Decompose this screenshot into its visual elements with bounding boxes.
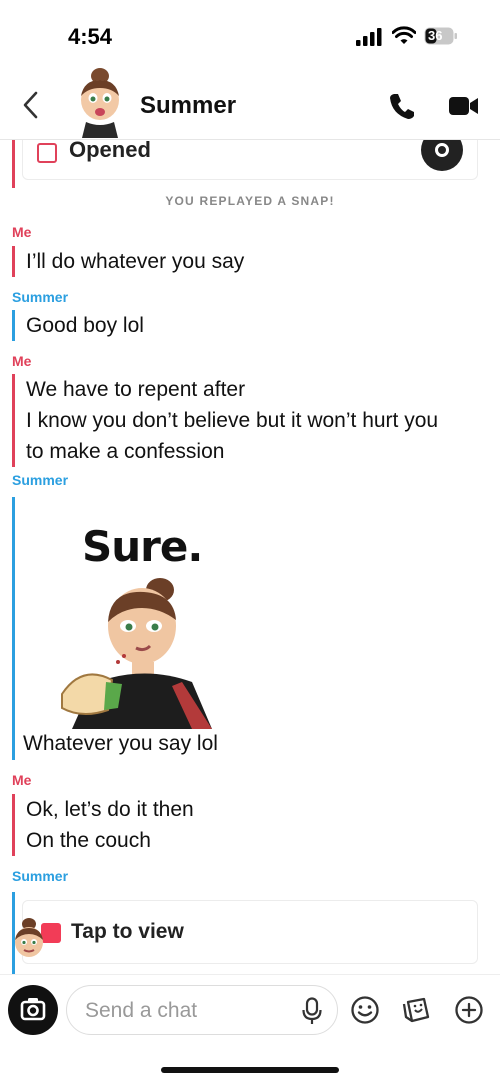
chat-input-container[interactable] <box>66 985 338 1035</box>
bitmoji-sticker[interactable]: Sure. <box>52 514 232 729</box>
contact-name[interactable]: Summer <box>140 92 236 120</box>
message-text[interactable]: We have to repent after I know you don’t… <box>12 374 438 467</box>
camera-icon <box>20 998 46 1021</box>
message-line: I know you don’t believe but it won’t hu… <box>26 409 439 432</box>
sender-label: Summer <box>12 868 69 884</box>
chat-header: Summer <box>0 66 500 140</box>
camera-button[interactable] <box>8 985 58 1035</box>
message-line: Ok, let’s do it then <box>26 798 194 821</box>
sender-label: Me <box>12 353 32 369</box>
chat-thread[interactable]: Opened YOU REPLAYED A SNAP! Me I’ll do w… <box>0 140 500 974</box>
chevron-left-icon[interactable] <box>20 90 42 120</box>
opened-snap-label: Opened <box>69 140 151 162</box>
video-camera-icon[interactable] <box>448 94 480 118</box>
chat-input[interactable] <box>85 996 285 1026</box>
sender-label: Summer <box>12 289 69 305</box>
home-indicator[interactable] <box>161 1067 339 1073</box>
plus-icon[interactable] <box>454 995 484 1025</box>
avatar[interactable] <box>72 66 128 138</box>
sender-label: Me <box>12 224 32 240</box>
message-line: I’ll do whatever you say <box>26 250 245 273</box>
message-text[interactable]: Ok, let’s do it then On the couch <box>12 794 194 856</box>
sender-label: Me <box>12 772 32 788</box>
snap-card[interactable]: Tap to view <box>22 900 478 964</box>
microphone-icon[interactable] <box>301 997 323 1025</box>
replay-camera-icon[interactable] <box>421 140 463 171</box>
message-line: Good boy lol <box>26 314 144 337</box>
chat-composer <box>0 974 500 1084</box>
status-time: 4:54 <box>68 24 113 49</box>
battery-level: 36 <box>428 28 443 43</box>
opened-snap-card[interactable]: Opened <box>22 140 478 180</box>
cellular-signal-icon <box>356 28 382 46</box>
sender-label: Summer <box>12 472 69 488</box>
message-line: Whatever you say lol <box>23 732 218 755</box>
sticker-icon[interactable] <box>402 995 432 1025</box>
message-text[interactable]: Good boy lol <box>12 310 144 341</box>
bitmoji-figure <box>61 578 212 729</box>
message-accent-bar <box>12 497 15 760</box>
phone-icon[interactable] <box>388 92 416 120</box>
message-line: On the couch <box>26 829 151 852</box>
system-note: YOU REPLAYED A SNAP! <box>165 194 335 208</box>
message-text[interactable]: I’ll do whatever you say <box>12 246 244 277</box>
status-bar: 4:54 36 <box>0 0 500 70</box>
message-text[interactable]: Whatever you say lol <box>12 728 218 759</box>
message-line: to make a confession <box>26 440 225 463</box>
typing-avatar <box>15 918 43 957</box>
opened-snap-indicator <box>37 143 57 163</box>
message-line: We have to repent after <box>26 378 246 401</box>
wifi-icon <box>392 26 416 44</box>
tap-to-view-label: Tap to view <box>71 920 184 943</box>
smiley-icon[interactable] <box>350 995 380 1025</box>
message-accent-bar <box>12 140 15 188</box>
battery-icon: 36 <box>424 27 458 45</box>
